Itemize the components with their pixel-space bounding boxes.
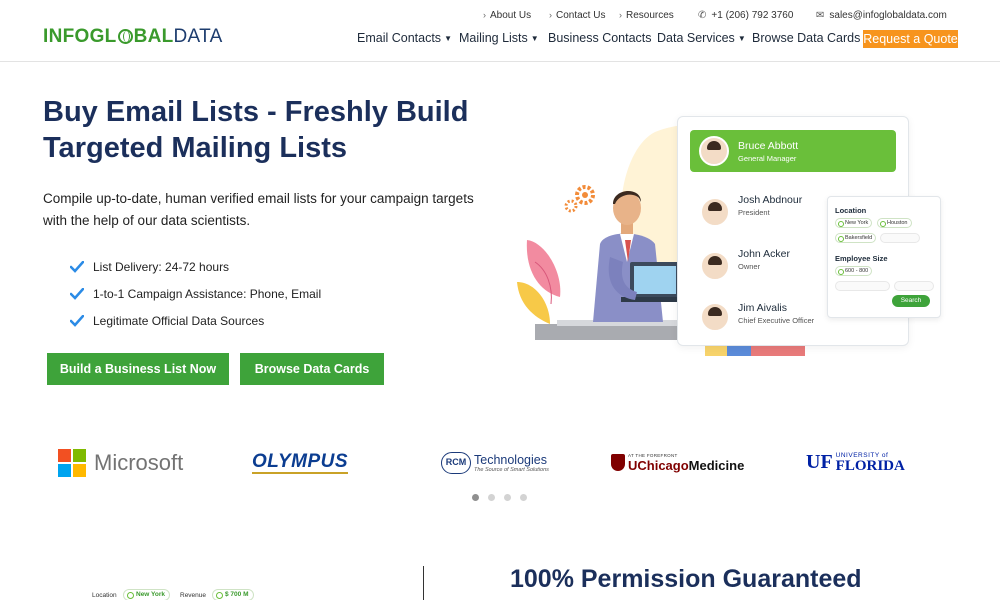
filter-panel: Location New York Houston Bakersfield Em… bbox=[827, 196, 941, 318]
feature-item: List Delivery: 24-72 hours bbox=[70, 253, 321, 280]
feature-text: 1-to-1 Campaign Assistance: Phone, Email bbox=[93, 286, 322, 301]
nav-business-contacts-label: Business Contacts bbox=[548, 31, 652, 45]
rcm-name: Technologies bbox=[474, 452, 547, 467]
contact-us-link[interactable]: › Contact Us bbox=[549, 10, 605, 21]
olympus-logo: OLYMPUS bbox=[252, 440, 349, 485]
uf-logo: UF UNIVERSITY of FLORIDA bbox=[806, 440, 905, 485]
caret-down-icon: ▼ bbox=[530, 34, 539, 43]
caret-down-icon: ▼ bbox=[444, 34, 452, 43]
empty-chip bbox=[880, 233, 920, 243]
revenue-chip: $ 700 M bbox=[212, 589, 254, 600]
feature-text: List Delivery: 24-72 hours bbox=[93, 259, 230, 274]
main-nav: Email Contacts ▼ Mailing Lists ▼ Business … bbox=[0, 31, 1000, 49]
feature-item: 1-to-1 Campaign Assistance: Phone, Email bbox=[70, 280, 321, 307]
empty-chip bbox=[835, 281, 890, 291]
phone-icon: ✆ bbox=[698, 10, 707, 21]
carousel-dot[interactable] bbox=[520, 494, 527, 501]
resources-link[interactable]: › Resources bbox=[619, 10, 674, 21]
checkmark-icon bbox=[70, 314, 84, 327]
chevron-right-icon: › bbox=[619, 10, 622, 20]
uc-name-red: UChicago bbox=[628, 457, 689, 473]
request-quote-button[interactable]: Request a Quote bbox=[863, 30, 958, 48]
contact-name: Josh Abdnour bbox=[738, 194, 803, 206]
email-address: sales@infoglobaldata.com bbox=[829, 10, 947, 21]
location-label: Location bbox=[835, 206, 867, 215]
uf-big-text: FLORIDA bbox=[835, 458, 905, 474]
location-label: Location bbox=[92, 592, 117, 599]
permission-heading: 100% Permission Guaranteed bbox=[510, 565, 862, 593]
resources-label: Resources bbox=[626, 10, 674, 21]
envelope-icon: ✉ bbox=[816, 10, 825, 21]
location-chip: New York bbox=[835, 218, 873, 228]
avatar bbox=[700, 197, 730, 227]
nav-email-contacts[interactable]: Email Contacts ▼ bbox=[357, 31, 452, 45]
employee-size-label: Employee Size bbox=[835, 254, 888, 263]
rcm-tagline: The Source of Smart Solutions bbox=[474, 466, 549, 473]
contact-role: Chief Executive Officer bbox=[738, 316, 815, 325]
uf-mark: UF bbox=[806, 451, 833, 473]
nav-mailing-lists-label: Mailing Lists bbox=[459, 31, 528, 45]
rcm-mark: RCM bbox=[441, 451, 471, 474]
build-business-list-button[interactable]: Build a Business List Now bbox=[47, 353, 229, 385]
microsoft-squares-icon bbox=[58, 448, 86, 477]
rcm-logo: RCM Technologies The Source of Smart Sol… bbox=[441, 440, 549, 485]
nav-mailing-lists[interactable]: Mailing Lists ▼ bbox=[459, 31, 539, 45]
contact-role: President bbox=[738, 208, 770, 217]
caret-down-icon: ▼ bbox=[737, 34, 746, 43]
uc-name-black: Medicine bbox=[688, 457, 745, 473]
feature-list: List Delivery: 24-72 hours 1-to-1 Campai… bbox=[70, 253, 321, 334]
email-link[interactable]: ✉ sales@infoglobaldata.com bbox=[816, 10, 947, 21]
utility-bar: › About Us › Contact Us › Resources ✆ +1 (20… bbox=[0, 10, 1000, 24]
nav-browse-data-cards[interactable]: Browse Data Cards bbox=[752, 31, 860, 45]
carousel-dot[interactable] bbox=[488, 494, 495, 501]
search-button: Search bbox=[892, 295, 930, 307]
about-us-link[interactable]: › About Us bbox=[483, 10, 531, 21]
location-chip: Bakersfield bbox=[835, 233, 877, 243]
contact-us-label: Contact Us bbox=[556, 10, 606, 21]
browse-data-cards-button[interactable]: Browse Data Cards bbox=[240, 353, 384, 385]
carousel-dots bbox=[472, 494, 527, 502]
contact-name: Bruce Abbott bbox=[738, 140, 799, 152]
chevron-right-icon: › bbox=[483, 10, 486, 20]
shield-icon bbox=[611, 454, 625, 471]
nav-data-services-label: Data Services bbox=[657, 31, 735, 45]
hero-subtitle: Compile up-to-date, human verified email… bbox=[43, 191, 474, 228]
location-chip: New York bbox=[123, 589, 171, 600]
contact-highlight: Bruce Abbott General Manager bbox=[690, 130, 896, 172]
carousel-dot[interactable] bbox=[472, 494, 479, 501]
avatar bbox=[700, 251, 730, 281]
empty-chip bbox=[894, 281, 934, 291]
avatar bbox=[700, 302, 730, 332]
microsoft-text: Microsoft bbox=[94, 449, 184, 475]
phone-number: +1 (206) 792 3760 bbox=[711, 10, 794, 21]
uchicago-medicine-logo: AT THE FOREFRONT UChicagoMedicine bbox=[611, 440, 744, 485]
hero-title: Buy Email Lists - Freshly Build Targeted… bbox=[43, 96, 469, 164]
contact-name: Jim Aivalis bbox=[738, 302, 788, 314]
feature-text: Legitimate Official Data Sources bbox=[93, 313, 265, 328]
feature-item: Legitimate Official Data Sources bbox=[70, 307, 321, 334]
revenue-label: Revenue bbox=[180, 592, 207, 599]
nav-data-services[interactable]: Data Services ▼ bbox=[657, 31, 746, 45]
checkmark-icon bbox=[70, 260, 84, 273]
checkmark-icon bbox=[70, 287, 84, 300]
location-chip: Houston bbox=[877, 218, 912, 228]
olympus-text: OLYMPUS bbox=[252, 450, 349, 474]
about-us-label: About Us bbox=[490, 10, 532, 21]
client-logos: Microsoft OLYMPUS RCM Technologies The S… bbox=[0, 440, 1000, 485]
section-divider bbox=[423, 566, 424, 600]
carousel-dot[interactable] bbox=[504, 494, 511, 501]
avatar bbox=[699, 136, 729, 166]
size-chip: 600 - 800 bbox=[835, 266, 873, 276]
nav-email-contacts-label: Email Contacts bbox=[357, 31, 442, 45]
nav-business-contacts[interactable]: Business Contacts bbox=[548, 31, 652, 45]
chevron-right-icon: › bbox=[549, 10, 552, 20]
contact-role: Owner bbox=[738, 262, 761, 271]
site-header: INFOGL BALDATA › About Us › Contact Us › Res… bbox=[0, 0, 1000, 62]
microsoft-logo: Microsoft bbox=[58, 440, 183, 485]
contact-name: John Acker bbox=[738, 248, 790, 260]
contact-role: General Manager bbox=[738, 154, 797, 163]
nav-browse-data-cards-label: Browse Data Cards bbox=[752, 31, 861, 45]
hero-illustration: Bruce Abbott General Manager Josh Abdnou… bbox=[505, 112, 945, 362]
phone-link[interactable]: ✆ +1 (206) 792 3760 bbox=[698, 10, 793, 21]
